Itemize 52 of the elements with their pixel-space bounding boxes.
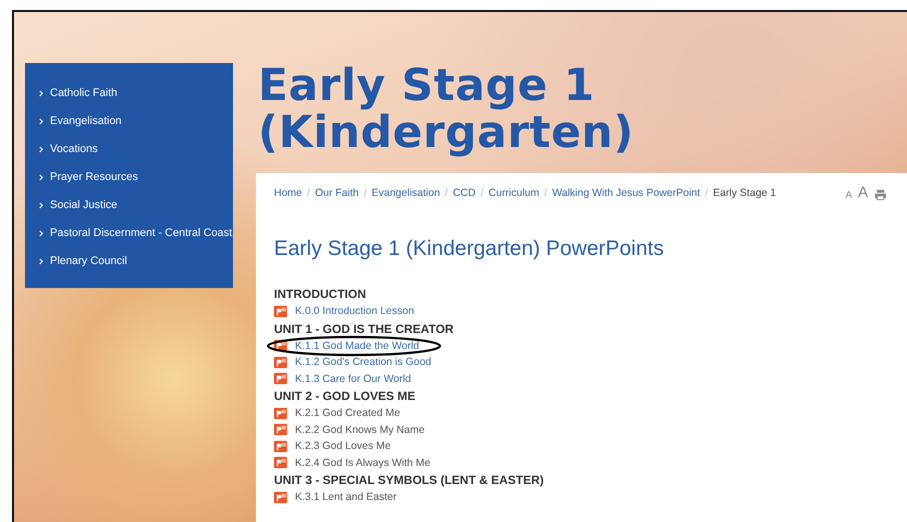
breadcrumb-separator: /: [307, 186, 310, 198]
powerpoint-file-icon: [274, 423, 287, 436]
chevron-icon: [39, 230, 44, 236]
breadcrumb-separator: /: [544, 186, 548, 198]
breadcrumb-separator: /: [364, 186, 367, 198]
sidebar-link[interactable]: Plenary Council: [39, 247, 233, 275]
chevron-icon: [39, 174, 44, 180]
unit-heading: INTRODUCTION: [274, 286, 367, 303]
powerpoint-file-icon: [274, 440, 287, 453]
section-heading: Early Stage 1 (Kindergarten) PowerPoints: [274, 237, 665, 261]
breadcrumb-separator: /: [444, 186, 448, 198]
file-title: K.3.1 Lent and Easter: [295, 491, 397, 504]
powerpoint-file-icon: [274, 490, 287, 504]
unit-heading: UNIT 1 - GOD IS THE CREATOR: [274, 320, 455, 338]
powerpoint-file-icon: [274, 372, 287, 386]
powerpoint-file-icon: [274, 406, 287, 420]
file-title: K.2.1 God Created Me: [295, 407, 400, 420]
chevron-icon: [39, 118, 44, 124]
sidebar-link[interactable]: Social Justice: [39, 191, 233, 219]
chevron-icon: [39, 146, 44, 152]
text-size-button[interactable]: A: [845, 190, 852, 201]
file-title: K.2.3 God Loves Me: [295, 440, 391, 452]
breadcrumb-current-page: Early Stage 1: [712, 186, 776, 198]
chevron-icon: [39, 90, 44, 96]
file-link[interactable]: K.0.0 Introduction Lesson: [295, 305, 414, 318]
unit-heading: UNIT 2 - GOD LOVES ME: [274, 388, 416, 405]
sidebar-link[interactable]: Catholic Faith: [39, 79, 233, 107]
breadcrumb-separator: /: [705, 186, 708, 198]
chevron-icon: [39, 202, 44, 208]
breadcrumb-link[interactable]: Evangelisation: [372, 186, 440, 198]
text-size-button[interactable]: A: [858, 184, 868, 201]
sidebar-link[interactable]: Pastoral Discernment - Central Coast: [39, 219, 233, 247]
unit-heading: UNIT 3 - SPECIAL SYMBOLS (LENT & EASTER): [274, 472, 545, 489]
sidebar-link[interactable]: Prayer Resources: [39, 163, 233, 191]
page-title: Early Stage 1 (Kindergarten): [258, 62, 635, 156]
file-link[interactable]: K.1.2 God's Creation is Good: [295, 356, 432, 368]
breadcrumb-link[interactable]: Home: [274, 186, 302, 198]
print-icon[interactable]: [874, 189, 887, 201]
powerpoint-file-icon: [274, 304, 287, 318]
file-link[interactable]: K.1.3 Care for Our World: [295, 372, 411, 385]
breadcrumb-link[interactable]: CCD: [452, 186, 476, 198]
breadcrumb-separator: /: [480, 186, 484, 198]
file-title: K.2.4 God Is Always With Me: [295, 456, 430, 469]
powerpoint-file-icon: [274, 456, 287, 470]
breadcrumb-link[interactable]: Curriculum: [488, 186, 540, 198]
breadcrumb-link[interactable]: Walking With Jesus PowerPoint: [552, 186, 700, 198]
breadcrumb-link[interactable]: Our Faith: [314, 186, 359, 198]
file-title: K.2.2 God Knows My Name: [295, 424, 425, 436]
powerpoint-file-icon: [274, 356, 287, 369]
sidebar-link[interactable]: Vocations: [39, 135, 233, 163]
sidebar-link[interactable]: Evangelisation: [39, 107, 233, 135]
chevron-icon: [39, 258, 44, 264]
